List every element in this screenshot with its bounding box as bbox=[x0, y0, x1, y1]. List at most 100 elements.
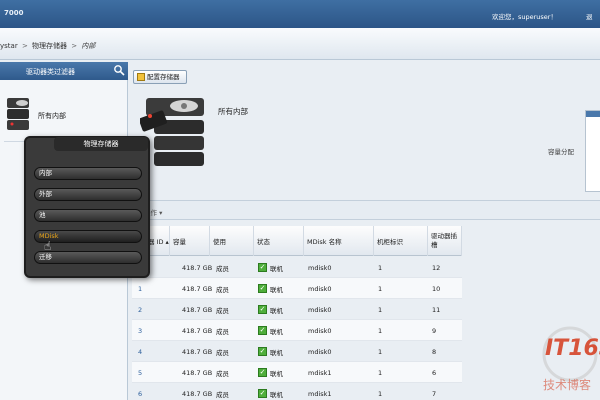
cell-slot: 10 bbox=[432, 284, 441, 293]
status-text: 联机 bbox=[270, 306, 283, 315]
cell-slot: 6 bbox=[432, 368, 437, 377]
col-status[interactable]: 状态 bbox=[254, 226, 304, 256]
cell-id: 3 bbox=[138, 326, 143, 335]
cell-enclosure: 1 bbox=[378, 368, 383, 377]
menu-option-external[interactable]: 外部 bbox=[34, 188, 142, 201]
cell-use: 成员 bbox=[216, 369, 229, 378]
capacity-label: 容量分配 bbox=[548, 148, 574, 156]
cell-capacity: 418.7 GB bbox=[182, 389, 213, 398]
app-title: 7000 bbox=[4, 9, 24, 17]
cell-slot: 7 bbox=[432, 389, 437, 398]
breadcrumb-bar: ystar > 物理存储器 > 内部 bbox=[0, 28, 600, 60]
configure-storage-button[interactable]: 配置存储器 bbox=[133, 70, 187, 84]
cell-id: 2 bbox=[138, 305, 143, 314]
online-check-icon: ✓ bbox=[258, 368, 267, 377]
breadcrumb-separator: > bbox=[71, 42, 78, 50]
status-text: 联机 bbox=[270, 369, 283, 378]
filter-header: 驱动器类过滤器 bbox=[0, 62, 128, 80]
hard-drive-icon bbox=[7, 98, 29, 130]
breadcrumb-separator: > bbox=[21, 42, 28, 50]
filter-title: 驱动器类过滤器 bbox=[26, 68, 75, 76]
status-text: 联机 bbox=[270, 285, 283, 294]
status-text: 联机 bbox=[270, 327, 283, 336]
action-bar: 操作 ▾ bbox=[132, 200, 600, 220]
status-cell: ✓ 联机 bbox=[258, 362, 283, 383]
online-check-icon: ✓ bbox=[258, 284, 267, 293]
col-use[interactable]: 使用 bbox=[210, 226, 254, 256]
online-check-icon: ✓ bbox=[258, 326, 267, 335]
cell-capacity: 418.7 GB bbox=[182, 368, 213, 377]
col-capacity[interactable]: 容量 bbox=[170, 226, 210, 256]
cell-mdisk: mdisk0 bbox=[308, 284, 332, 293]
physical-storage-popup: 物理存储器 内部 外部 池 MDisk 迁移 bbox=[24, 136, 150, 278]
status-cell: ✓ 联机 bbox=[258, 257, 283, 278]
breadcrumb: ystar > 物理存储器 > 内部 bbox=[0, 41, 95, 51]
col-slot[interactable]: 驱动器插槽 bbox=[428, 226, 462, 256]
cell-capacity: 418.7 GB bbox=[182, 263, 213, 272]
online-check-icon: ✓ bbox=[258, 263, 267, 272]
menu-option-internal[interactable]: 内部 bbox=[34, 167, 142, 180]
cell-id: 4 bbox=[138, 347, 143, 356]
online-check-icon: ✓ bbox=[258, 347, 267, 356]
left-item-all-internal[interactable]: 所有内部 bbox=[4, 90, 124, 142]
status-cell: ✓ 联机 bbox=[258, 278, 283, 299]
cell-mdisk: mdisk1 bbox=[308, 389, 332, 398]
status-cell: ✓ 联机 bbox=[258, 299, 283, 320]
cell-slot: 8 bbox=[432, 347, 437, 356]
cell-id: 5 bbox=[138, 368, 143, 377]
cell-enclosure: 1 bbox=[378, 347, 383, 356]
table-header: 驱动器 ID ▴ 容量 使用 状态 MDisk 名称 机柜标识 驱动器插槽 bbox=[132, 226, 462, 256]
table-row[interactable]: 2 418.7 GB 成员 ✓ 联机 mdisk0 1 11 bbox=[132, 299, 462, 320]
online-check-icon: ✓ bbox=[258, 305, 267, 314]
cell-use: 成员 bbox=[216, 306, 229, 315]
cell-slot: 12 bbox=[432, 263, 441, 272]
table-row[interactable]: 3 418.7 GB 成员 ✓ 联机 mdisk0 1 9 bbox=[132, 320, 462, 341]
status-text: 联机 bbox=[270, 264, 283, 273]
cell-mdisk: mdisk1 bbox=[308, 368, 332, 377]
cell-capacity: 418.7 GB bbox=[182, 305, 213, 314]
cell-capacity: 418.7 GB bbox=[182, 347, 213, 356]
search-icon[interactable] bbox=[113, 64, 125, 76]
cell-use: 成员 bbox=[216, 285, 229, 294]
online-check-icon: ✓ bbox=[258, 389, 267, 398]
configure-storage-label: 配置存储器 bbox=[147, 73, 180, 81]
cell-mdisk: mdisk0 bbox=[308, 326, 332, 335]
top-bar: 7000 欢迎您，superuser！ 退 bbox=[0, 0, 600, 28]
breadcrumb-root[interactable]: ystar bbox=[0, 42, 18, 50]
table-row[interactable]: 0418.7 GB成员✓联机mdisk0112 bbox=[132, 257, 462, 278]
cell-capacity: 418.7 GB bbox=[182, 326, 213, 335]
storage-icon bbox=[137, 73, 145, 81]
menu-option-pools[interactable]: 池 bbox=[34, 209, 142, 222]
cell-enclosure: 1 bbox=[378, 326, 383, 335]
cell-slot: 9 bbox=[432, 326, 437, 335]
col-enclosure[interactable]: 机柜标识 bbox=[374, 226, 428, 256]
page-title: 所有内部 bbox=[218, 107, 248, 116]
status-cell: ✓ 联机 bbox=[258, 383, 283, 400]
popup-title: 物理存储器 bbox=[54, 137, 148, 151]
capacity-bar bbox=[585, 110, 600, 192]
status-cell: ✓ 联机 bbox=[258, 341, 283, 362]
status-cell: ✓ 联机 bbox=[258, 320, 283, 341]
cell-mdisk: mdisk0 bbox=[308, 347, 332, 356]
hand-cursor-icon: ☝ bbox=[44, 239, 52, 253]
table-row[interactable]: 5 418.7 GB 成员 ✓ 联机 mdisk1 1 6 bbox=[132, 362, 462, 383]
cell-mdisk: mdisk0 bbox=[308, 305, 332, 314]
cell-id: 1 bbox=[138, 284, 143, 293]
capacity-fill bbox=[586, 111, 600, 117]
cell-enclosure: 1 bbox=[378, 284, 383, 293]
cell-enclosure: 1 bbox=[378, 389, 383, 398]
status-text: 联机 bbox=[270, 348, 283, 357]
left-item-label: 所有内部 bbox=[38, 112, 66, 120]
welcome-text: 欢迎您，superuser！ bbox=[492, 13, 557, 21]
breadcrumb-current: 内部 bbox=[81, 42, 96, 50]
table-row[interactable]: 4 418.7 GB 成员 ✓ 联机 mdisk0 1 8 bbox=[132, 341, 462, 362]
logout-link[interactable]: 退 bbox=[586, 11, 593, 21]
cell-use: 成员 bbox=[216, 327, 229, 336]
status-text: 联机 bbox=[270, 390, 283, 399]
table-row[interactable]: 6 418.7 GB 成员 ✓ 联机 mdisk1 1 7 bbox=[132, 383, 462, 400]
cell-use: 成员 bbox=[216, 348, 229, 357]
col-mdisk-name[interactable]: MDisk 名称 bbox=[304, 226, 374, 256]
breadcrumb-physical-storage[interactable]: 物理存储器 bbox=[32, 42, 67, 50]
table-row[interactable]: 1 418.7 GB 成员 ✓ 联机 mdisk0 1 10 bbox=[132, 278, 462, 299]
cell-slot: 11 bbox=[432, 305, 441, 314]
